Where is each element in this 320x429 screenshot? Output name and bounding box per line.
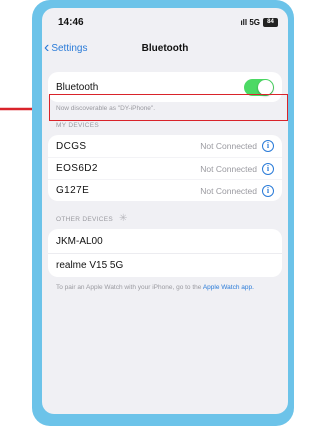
connection-status: Not Connected [200, 141, 257, 151]
apple-watch-app-link[interactable]: Apple Watch app. [203, 284, 254, 291]
battery-icon: 84 [263, 17, 278, 27]
settings-screen: 14:46 ıll 5G 84 ‹ Settings Bluetooth Blu… [42, 8, 288, 414]
other-devices-list: JKM-AL00 realme V15 5G [48, 229, 282, 277]
list-item[interactable]: realme V15 5G [48, 253, 282, 277]
status-time: 14:46 [58, 16, 84, 28]
info-icon[interactable]: i [262, 162, 274, 175]
other-devices-header-label: OTHER DEVICES [56, 215, 113, 223]
device-status: Not Connected i [200, 162, 274, 175]
highlight-box [49, 94, 288, 121]
device-row[interactable]: DCGS Not Connected i [48, 135, 282, 157]
status-indicators: ıll 5G 84 [240, 17, 278, 27]
device-name: EOS6D2 [56, 163, 98, 174]
device-name: DCGS [56, 140, 87, 152]
connection-status: Not Connected [200, 163, 257, 174]
bluetooth-label: Bluetooth [56, 81, 99, 93]
info-icon[interactable]: i [262, 184, 274, 197]
list-item[interactable]: JKM-AL00 [48, 229, 282, 253]
device-status: Not Connected i [200, 140, 274, 152]
toggle-knob [258, 79, 273, 95]
connection-status: Not Connected [200, 185, 257, 196]
signal-icon: ıll 5G [240, 17, 260, 27]
page-title: Bluetooth [141, 43, 189, 54]
my-devices-list: DCGS Not Connected i EOS6D2 Not Connecte… [48, 135, 282, 201]
device-status: Not Connected i [200, 184, 274, 197]
my-devices-header-label: MY DEVICES [56, 122, 99, 129]
loading-spinner-icon: ✳ [119, 213, 128, 224]
device-row[interactable]: EOS6D2 Not Connected i [48, 157, 282, 179]
device-name: realme V15 5G [56, 260, 124, 271]
pair-note-text: To pair an Apple Watch with your iPhone,… [56, 284, 202, 291]
bluetooth-toggle[interactable] [244, 78, 274, 96]
pair-watch-note: To pair an Apple Watch with your iPhone,… [42, 277, 288, 298]
device-name: G127E [56, 185, 90, 196]
info-icon[interactable]: i [262, 140, 274, 152]
device-row[interactable]: G127E Not Connected i [48, 179, 282, 201]
device-name: JKM-AL00 [56, 235, 103, 247]
status-bar: 14:46 ıll 5G 84 [42, 8, 288, 36]
other-devices-header: OTHER DEVICES ✳ [42, 201, 288, 229]
phone-frame: 14:46 ıll 5G 84 ‹ Settings Bluetooth Blu… [32, 0, 294, 426]
navigation-bar: ‹ Settings Bluetooth [42, 36, 288, 62]
